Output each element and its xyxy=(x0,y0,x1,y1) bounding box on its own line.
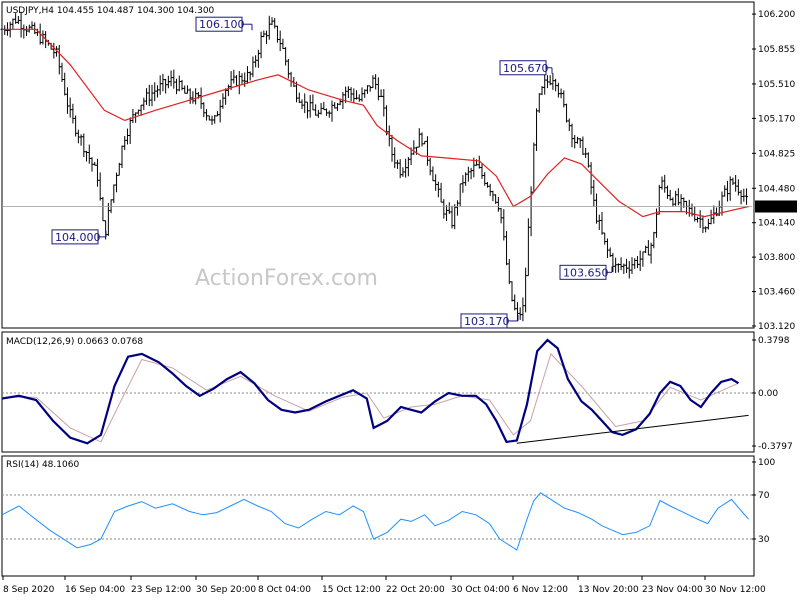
rsi-panel xyxy=(1,455,755,577)
macd-y-tick-label: 0.3798 xyxy=(758,336,790,346)
x-tick-label: 13 Nov 20:00 xyxy=(578,585,639,595)
x-tick-label: 6 Nov 12:00 xyxy=(513,585,568,595)
macd-panel xyxy=(1,331,755,453)
x-axis: 8 Sep 2020 16 Sep 04:00 23 Sep 12:00 30 Sep… xyxy=(2,576,766,595)
x-tick-label: 16 Sep 04:00 xyxy=(65,585,125,595)
x-tick-label: 8 Sep 2020 xyxy=(3,585,55,595)
macd-panel-title: MACD(12,26,9) 0.0663 0.0768 xyxy=(6,337,143,347)
x-tick-label: 30 Nov 12:00 xyxy=(705,585,766,595)
price-y-tick-label: 106.200 xyxy=(758,10,795,20)
last-price-label: 104.300 xyxy=(757,202,794,212)
price-panel xyxy=(1,1,755,329)
annotation-label: 105.670 xyxy=(503,62,549,75)
price-y-tick-label: 104.480 xyxy=(758,184,795,194)
chart-root: 106.200 105.855 105.510 105.170 104.825 104.4… xyxy=(0,0,800,600)
x-tick-label: 8 Oct 04:00 xyxy=(258,585,311,595)
price-y-tick-label: 103.120 xyxy=(758,322,795,332)
price-y-tick-label: 104.825 xyxy=(758,149,795,159)
macd-y-tick-label: -0.3797 xyxy=(758,442,793,452)
watermark: ActionForex.com xyxy=(195,266,378,291)
price-y-tick-label: 103.460 xyxy=(758,288,795,298)
rsi-y-tick-label: 30 xyxy=(758,535,770,545)
rsi-y-tick-label: 70 xyxy=(758,491,770,501)
rsi-panel-title: RSI(14) 48.1060 xyxy=(6,460,79,470)
annotation-label: 103.650 xyxy=(563,266,609,279)
rsi-y-tick-label: 100 xyxy=(758,458,775,468)
x-tick-label: 23 Nov 04:00 xyxy=(642,585,703,595)
price-y-tick-label: 105.855 xyxy=(758,45,795,55)
chart-canvas: 106.200 105.855 105.510 105.170 104.825 104.4… xyxy=(0,1,797,595)
x-tick-label: 22 Oct 20:00 xyxy=(386,585,445,595)
price-y-tick-label: 105.510 xyxy=(758,80,795,90)
price-y-tick-label: 103.800 xyxy=(758,253,795,263)
annotation-label: 103.170 xyxy=(464,315,510,328)
macd-y-tick-label: 0.00 xyxy=(758,389,778,399)
x-tick-label: 23 Sep 12:00 xyxy=(131,585,191,595)
annotation-label: 104.000 xyxy=(55,231,101,244)
price-y-tick-label: 105.170 xyxy=(758,114,795,124)
price-panel-title: USDJPY,H4 104.455 104.487 104.300 104.30… xyxy=(6,6,215,16)
annotation-label: 106.100 xyxy=(199,18,245,31)
price-y-tick-label: 104.140 xyxy=(758,219,795,229)
x-tick-label: 30 Sep 20:00 xyxy=(196,585,256,595)
x-tick-label: 30 Oct 04:00 xyxy=(451,585,510,595)
x-tick-label: 15 Oct 12:00 xyxy=(322,585,381,595)
